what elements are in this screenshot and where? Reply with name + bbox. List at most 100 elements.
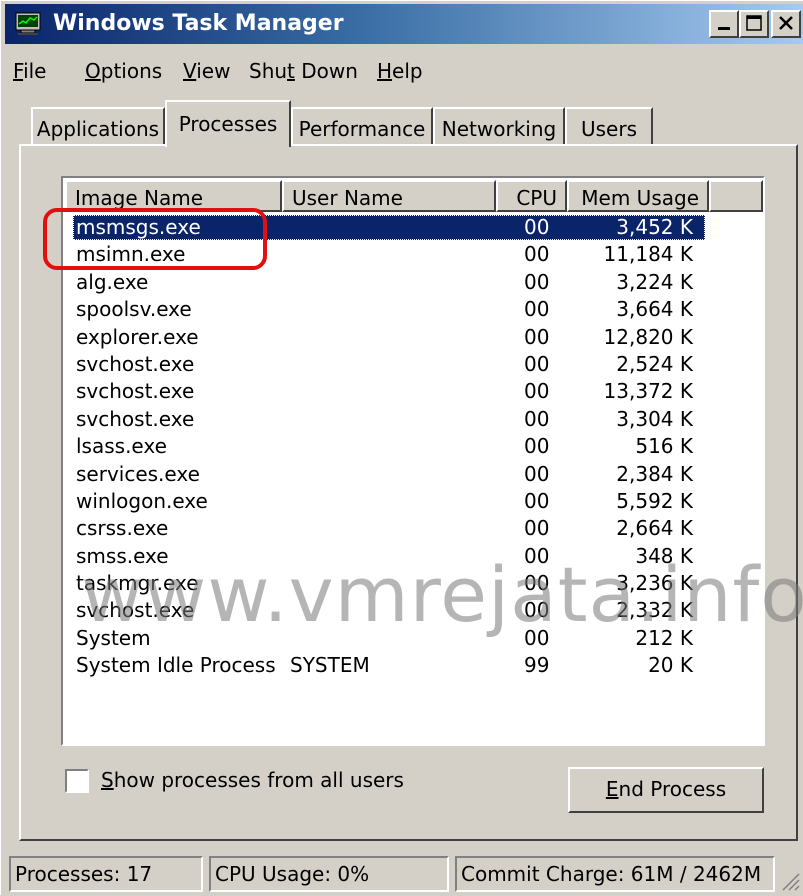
image-name-cell: svchost.exe bbox=[76, 351, 195, 376]
mem-usage-cell: 3,452 K bbox=[616, 215, 693, 239]
minimize-button[interactable] bbox=[709, 10, 739, 38]
user-name-cell: SYSTEM bbox=[290, 653, 370, 678]
image-name-cell: System Idle Process bbox=[76, 653, 276, 678]
mem-usage-cell: 20 K bbox=[648, 653, 693, 678]
cpu-cell: 00 bbox=[524, 543, 550, 568]
tab-users[interactable]: Users bbox=[565, 107, 653, 145]
image-name-cell: winlogon.exe bbox=[76, 488, 208, 513]
mem-usage-cell: 3,304 K bbox=[616, 406, 693, 431]
tab-applications[interactable]: Applications bbox=[31, 107, 165, 145]
column-header-user-name[interactable]: User Name bbox=[282, 180, 496, 212]
status-bar: Processes: 17 CPU Usage: 0% Commit Charg… bbox=[1, 854, 803, 896]
title-bar[interactable]: Windows Task Manager bbox=[5, 4, 803, 44]
image-name-cell: msimn.exe bbox=[76, 242, 186, 267]
menu-bar: File Options View Shut Down Help bbox=[1, 49, 803, 89]
image-name-cell: svchost.exe bbox=[76, 379, 195, 404]
end-process-button[interactable]: End Process bbox=[568, 767, 764, 813]
show-all-users-label[interactable]: Show processes from all users bbox=[101, 768, 404, 792]
table-row[interactable]: smss.exe 00 348 K bbox=[65, 543, 763, 570]
image-name-cell: spoolsv.exe bbox=[76, 297, 192, 322]
table-row[interactable]: winlogon.exe 00 5,592 K bbox=[65, 488, 763, 515]
cpu-cell: 99 bbox=[524, 653, 550, 678]
mem-usage-cell: 2,332 K bbox=[616, 598, 693, 623]
cpu-cell: 00 bbox=[524, 625, 550, 650]
column-header-filler bbox=[709, 180, 763, 212]
mem-usage-cell: 3,236 K bbox=[616, 571, 693, 596]
menu-shutdown[interactable]: Shut Down bbox=[249, 59, 358, 83]
cpu-cell: 00 bbox=[524, 379, 550, 404]
table-row[interactable]: spoolsv.exe 00 3,664 K bbox=[65, 296, 763, 323]
mem-usage-cell: 12,820 K bbox=[603, 324, 693, 349]
table-row[interactable]: alg.exe 00 3,224 K bbox=[65, 269, 763, 296]
table-row[interactable]: explorer.exe 00 12,820 K bbox=[65, 324, 763, 351]
image-name-cell: csrss.exe bbox=[76, 516, 169, 541]
tab-processes[interactable]: Processes bbox=[165, 100, 291, 147]
table-row[interactable]: lsass.exe 00 516 K bbox=[65, 433, 763, 460]
cpu-cell: 00 bbox=[524, 598, 550, 623]
image-name-cell: explorer.exe bbox=[76, 324, 199, 349]
process-list[interactable]: Image Name User Name CPU Mem Usage msmsg… bbox=[61, 176, 765, 746]
minimize-icon bbox=[718, 27, 730, 30]
mem-usage-cell: 2,524 K bbox=[616, 351, 693, 376]
maximize-button[interactable] bbox=[739, 10, 769, 38]
image-name-cell: svchost.exe bbox=[76, 598, 195, 623]
close-button[interactable] bbox=[771, 10, 801, 38]
status-processes: Processes: 17 bbox=[9, 856, 203, 892]
table-row[interactable]: System Idle Process SYSTEM 99 20 K bbox=[65, 652, 763, 679]
image-name-cell: smss.exe bbox=[76, 543, 169, 568]
table-row[interactable]: taskmgr.exe 00 3,236 K bbox=[65, 570, 763, 597]
cpu-cell: 00 bbox=[524, 434, 550, 459]
resize-grip-icon[interactable] bbox=[779, 870, 801, 892]
task-manager-icon bbox=[15, 12, 41, 36]
cpu-cell: 00 bbox=[524, 461, 550, 486]
cpu-cell: 00 bbox=[524, 488, 550, 513]
maximize-icon bbox=[746, 15, 762, 31]
mem-usage-cell: 2,384 K bbox=[616, 461, 693, 486]
cpu-cell: 00 bbox=[524, 516, 550, 541]
mem-usage-cell: 516 K bbox=[635, 434, 693, 459]
list-header: Image Name User Name CPU Mem Usage bbox=[65, 180, 763, 212]
column-header-image-name[interactable]: Image Name bbox=[65, 180, 282, 212]
image-name-cell: services.exe bbox=[76, 461, 200, 486]
menu-file[interactable]: File bbox=[13, 59, 46, 83]
cpu-cell: 00 bbox=[524, 269, 550, 294]
image-name-cell: System bbox=[76, 625, 151, 650]
image-name-cell: lsass.exe bbox=[76, 434, 167, 459]
cpu-cell: 00 bbox=[524, 324, 550, 349]
mem-usage-cell: 2,664 K bbox=[616, 516, 693, 541]
mem-usage-cell: 11,184 K bbox=[603, 242, 693, 267]
image-name-cell: taskmgr.exe bbox=[76, 571, 199, 596]
table-row[interactable]: msmsgs.exe 00 3,452 K bbox=[65, 214, 763, 241]
mem-usage-cell: 13,372 K bbox=[603, 379, 693, 404]
close-icon bbox=[779, 16, 793, 30]
table-row[interactable]: System 00 212 K bbox=[65, 625, 763, 652]
process-rows: msmsgs.exe 00 3,452 Kmsimn.exe 00 11,184 Kal… bbox=[65, 214, 763, 680]
table-row[interactable]: svchost.exe 00 2,524 K bbox=[65, 351, 763, 378]
cpu-cell: 00 bbox=[524, 351, 550, 376]
mem-usage-cell: 348 K bbox=[635, 543, 693, 568]
menu-help[interactable]: Help bbox=[377, 59, 423, 83]
table-row[interactable]: svchost.exe 00 13,372 K bbox=[65, 378, 763, 405]
show-all-users-checkbox[interactable] bbox=[65, 769, 89, 793]
menu-view[interactable]: View bbox=[183, 59, 230, 83]
status-cpu-usage: CPU Usage: 0% bbox=[209, 856, 449, 892]
table-row[interactable]: services.exe 00 2,384 K bbox=[65, 461, 763, 488]
image-name-cell: msmsgs.exe bbox=[76, 215, 201, 239]
menu-options[interactable]: Options bbox=[85, 59, 162, 83]
tab-networking[interactable]: Networking bbox=[433, 107, 565, 145]
mem-usage-cell: 3,664 K bbox=[616, 297, 693, 322]
table-row[interactable]: csrss.exe 00 2,664 K bbox=[65, 515, 763, 542]
table-row[interactable]: msimn.exe 00 11,184 K bbox=[65, 241, 763, 268]
cpu-cell: 00 bbox=[524, 571, 550, 596]
window-title: Windows Task Manager bbox=[53, 11, 344, 36]
table-row[interactable]: svchost.exe 00 3,304 K bbox=[65, 406, 763, 433]
mem-usage-cell: 3,224 K bbox=[616, 269, 693, 294]
cpu-cell: 00 bbox=[524, 215, 550, 239]
cpu-cell: 00 bbox=[524, 242, 550, 267]
table-row[interactable]: svchost.exe 00 2,332 K bbox=[65, 597, 763, 624]
column-header-cpu[interactable]: CPU bbox=[496, 180, 567, 212]
status-commit-charge: Commit Charge: 61M / 2462M bbox=[455, 856, 775, 892]
column-header-mem-usage[interactable]: Mem Usage bbox=[567, 180, 709, 212]
mem-usage-cell: 212 K bbox=[635, 625, 693, 650]
tab-performance[interactable]: Performance bbox=[291, 107, 433, 145]
